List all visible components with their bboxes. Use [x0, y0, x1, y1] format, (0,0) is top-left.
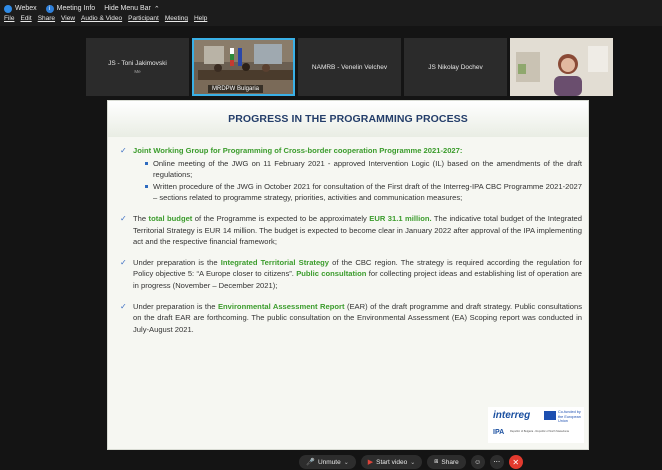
share-button[interactable]: ⧈ Share: [427, 455, 466, 469]
unmute-button[interactable]: 🎤 Unmute ⌄: [299, 455, 356, 469]
highlight-text: Integrated Territorial Strategy: [220, 257, 330, 267]
participant-sub: Me: [134, 69, 141, 74]
participant-tile[interactable]: JS - Toni Jakimovski Me: [86, 38, 189, 96]
eu-cofunded-text: Co-funded by the European Union: [558, 410, 581, 424]
bullet-heading: Joint Working Group for Programming of C…: [133, 146, 463, 155]
participant-strip: JS - Toni Jakimovski Me MRDPW Bulgaria N…: [86, 38, 613, 96]
participant-tile-active[interactable]: MRDPW Bulgaria: [192, 38, 295, 96]
hide-menu-bar-button[interactable]: Hide Menu Bar ⌃: [104, 5, 160, 13]
bullet-text: The: [133, 213, 149, 223]
highlight-text: total budget: [148, 213, 193, 223]
menu-audio-video[interactable]: Audio & Video: [81, 15, 122, 25]
checkmark-icon: ✓: [120, 301, 127, 311]
close-icon: ✕: [512, 457, 520, 467]
chevron-up-icon: ⌃: [153, 5, 160, 13]
interreg-wordmark: interreg: [493, 410, 531, 421]
meeting-info-button[interactable]: i Meeting Info: [45, 4, 96, 13]
app-menu[interactable]: Webex: [4, 4, 37, 13]
slide-header: PROGRESS IN THE PROGRAMMING PROCESS: [108, 101, 588, 137]
square-bullet-icon: [145, 161, 148, 165]
webex-logo-icon: [4, 4, 12, 13]
meeting-info-label: Meeting Info: [56, 5, 96, 12]
microphone-muted-icon: 🎤: [306, 459, 315, 466]
bullet-text: of the Programme is expected to be appro…: [192, 213, 370, 223]
slide-bullet: ✓ The total budget of the Programme is e…: [120, 213, 582, 248]
sub-list: Online meeting of the JWG on 11 February…: [133, 158, 582, 204]
share-label: Share: [441, 458, 459, 466]
participant-name: JS - Toni Jakimovski: [108, 60, 167, 67]
menu-help[interactable]: Help: [194, 15, 207, 25]
checkmark-icon: ✓: [120, 146, 127, 155]
sub-bullet-text: Written procedure of the JWG in October …: [153, 181, 582, 203]
participant-name: JS Nikolay Dochev: [428, 63, 483, 71]
chevron-down-icon[interactable]: ⌄: [344, 459, 349, 466]
top-bar: Webex i Meeting Info Hide Menu Bar ⌃ Fil…: [0, 0, 662, 26]
highlight-text: Public consultation: [296, 269, 367, 279]
participant-tile[interactable]: JS Nikolay Dochev: [404, 38, 507, 96]
participant-name: MRDPW Bulgaria: [208, 85, 264, 93]
eu-flag-icon: [544, 411, 556, 420]
sub-bullet: Written procedure of the JWG in October …: [133, 181, 582, 204]
meeting-controls: 🎤 Unmute ⌄ ▶ Start video ⌄ ⧈ Share ☺ ⋯ ✕: [0, 454, 662, 470]
shared-slide: PROGRESS IN THE PROGRAMMING PROCESS ✓ Jo…: [107, 100, 589, 450]
menu-view[interactable]: View: [61, 15, 75, 25]
leave-meeting-button[interactable]: ✕: [508, 455, 523, 469]
app-name: Webex: [15, 5, 37, 12]
unmute-label: Unmute: [317, 458, 341, 466]
ipa-wordmark: IPA: [493, 429, 505, 436]
menu-edit[interactable]: Edit: [20, 15, 31, 25]
highlight-text: EUR 31.1 million.: [369, 213, 432, 223]
reactions-button[interactable]: ☺: [470, 455, 485, 469]
info-icon: i: [45, 4, 54, 13]
participant-name: NAMRB - Venelin Velchev: [311, 63, 388, 71]
chevron-down-icon[interactable]: ⌄: [410, 459, 415, 466]
bullet-text: Under preparation is the: [133, 301, 218, 311]
more-icon: ⋯: [493, 459, 501, 466]
sub-bullet: Online meeting of the JWG on 11 February…: [133, 158, 582, 181]
participant-video: [510, 38, 613, 96]
start-video-label: Start video: [376, 458, 408, 466]
participant-tile-video[interactable]: [510, 38, 613, 96]
checkmark-icon: ✓: [120, 257, 127, 267]
sub-bullet-text: Online meeting of the JWG on 11 February…: [153, 158, 582, 180]
share-icon: ⧈: [434, 458, 439, 465]
square-bullet-icon: [145, 184, 148, 188]
menu-participant[interactable]: Participant: [128, 15, 159, 25]
smiley-icon: ☺: [474, 458, 482, 466]
participant-tile[interactable]: NAMRB - Venelin Velchev: [298, 38, 401, 96]
menu-bar: File Edit Share View Audio & Video Parti…: [4, 15, 207, 25]
bullet-text: Under preparation is the: [133, 257, 221, 267]
slide-bullet: ✓ Under preparation is the Integrated Te…: [120, 257, 582, 292]
menu-file[interactable]: File: [4, 15, 14, 25]
slide-body: ✓ Joint Working Group for Programming of…: [120, 145, 582, 344]
menu-share[interactable]: Share: [38, 15, 55, 25]
video-off-icon: ▶: [367, 459, 374, 466]
menu-meeting[interactable]: Meeting: [165, 15, 188, 25]
slide-title: PROGRESS IN THE PROGRAMMING PROCESS: [228, 113, 468, 125]
ipa-subtitle: Republic of Bulgaria - Republic of North…: [510, 430, 569, 433]
more-options-button[interactable]: ⋯: [489, 455, 504, 469]
slide-bullet: ✓ Joint Working Group for Programming of…: [120, 145, 582, 204]
hide-menu-label: Hide Menu Bar: [104, 5, 151, 12]
highlight-text: Environmental Assessment Report: [217, 301, 345, 311]
checkmark-icon: ✓: [120, 213, 127, 223]
interreg-logo: interreg Co-funded by the European Union…: [488, 407, 584, 443]
start-video-button[interactable]: ▶ Start video ⌄: [360, 455, 423, 469]
slide-bullet: ✓ Under preparation is the Environmental…: [120, 301, 582, 336]
